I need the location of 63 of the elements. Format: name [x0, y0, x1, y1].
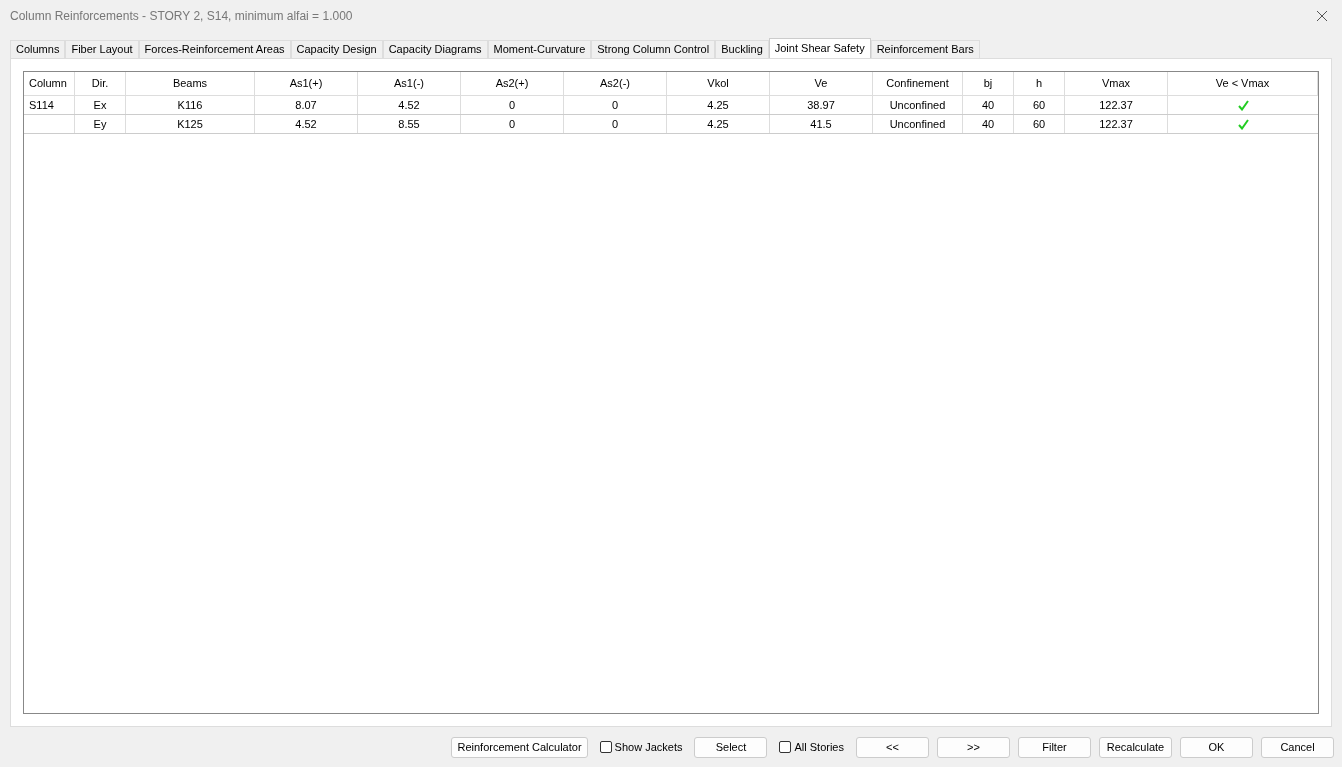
column-header[interactable]: Column [24, 72, 75, 95]
tab[interactable]: Joint Shear Safety [768, 38, 871, 58]
tab[interactable]: Strong Column Control [591, 40, 716, 58]
tab[interactable]: Forces-Reinforcement Areas [138, 40, 291, 58]
dialog-button[interactable]: << [856, 736, 929, 758]
checkbox[interactable] [779, 741, 792, 753]
close-icon[interactable] [1316, 10, 1328, 22]
dialog-button[interactable]: Filter [1018, 736, 1091, 758]
tab[interactable]: Reinforcement Bars [870, 40, 980, 58]
table-cell: 4.52 [255, 115, 358, 133]
column-header[interactable]: As2(+) [461, 72, 564, 95]
table-cell: 8.55 [358, 115, 461, 133]
checkbox[interactable] [599, 741, 612, 753]
table-cell: Unconfined [873, 115, 963, 133]
table-cell: 122.37 [1065, 115, 1168, 133]
table-cell: 122.37 [1065, 96, 1168, 114]
column-header[interactable]: Ve < Vmax [1168, 72, 1318, 95]
table-cell: 4.52 [358, 96, 461, 114]
checkbox-label[interactable]: All Stories [794, 738, 844, 756]
table-cell: 60 [1014, 96, 1065, 114]
table-cell: 0 [564, 96, 667, 114]
tab[interactable]: Fiber Layout [65, 40, 139, 58]
table-cell: K125 [126, 115, 255, 133]
table-cell: 4.25 [667, 96, 770, 114]
tab[interactable]: Moment-Curvature [487, 40, 592, 58]
table-cell: K116 [126, 96, 255, 114]
column-header[interactable]: Vmax [1065, 72, 1168, 95]
dialog-button[interactable]: Cancel [1261, 736, 1334, 758]
dialog-button[interactable]: Select [694, 736, 768, 758]
table-cell: Unconfined [873, 96, 963, 114]
table-cell: 0 [564, 115, 667, 133]
table-cell: Ex [75, 96, 126, 114]
table-cell: 38.97 [770, 96, 873, 114]
table-cell: 4.25 [667, 115, 770, 133]
tab[interactable]: Capacity Diagrams [382, 40, 488, 58]
dialog-button[interactable]: Reinforcement Calculator [451, 736, 588, 758]
column-header[interactable]: Ve [770, 72, 873, 95]
column-header[interactable]: As1(-) [358, 72, 461, 95]
table-cell: 0 [461, 96, 564, 114]
column-header[interactable]: Confinement [873, 72, 963, 95]
column-header[interactable]: As2(-) [564, 72, 667, 95]
window-title: Column Reinforcements - STORY 2, S14, minimum alfai = 1.000 [10, 8, 353, 25]
tab[interactable]: Columns [10, 40, 66, 58]
dialog-button[interactable]: OK [1180, 736, 1253, 758]
table-cell: 0 [461, 115, 564, 133]
table-cell: Ey [75, 115, 126, 133]
column-header[interactable]: Vkol [667, 72, 770, 95]
table-cell: S114 [24, 96, 75, 114]
table-cell: 8.07 [255, 96, 358, 114]
table-cell: 40 [963, 115, 1014, 133]
table-cell: 60 [1014, 115, 1065, 133]
tab[interactable]: Buckling [715, 40, 769, 58]
checkbox-label[interactable]: Show Jackets [614, 738, 683, 756]
tab[interactable]: Capacity Design [290, 40, 383, 58]
column-header[interactable]: h [1014, 72, 1065, 95]
column-header[interactable]: Dir. [75, 72, 126, 95]
table-cell: 41.5 [770, 115, 873, 133]
table-cell: 40 [963, 96, 1014, 114]
column-header[interactable]: As1(+) [255, 72, 358, 95]
dialog-button[interactable]: Recalculate [1099, 736, 1172, 758]
column-header[interactable]: Beams [126, 72, 255, 95]
column-header[interactable]: bj [963, 72, 1014, 95]
dialog-button[interactable]: >> [937, 736, 1010, 758]
